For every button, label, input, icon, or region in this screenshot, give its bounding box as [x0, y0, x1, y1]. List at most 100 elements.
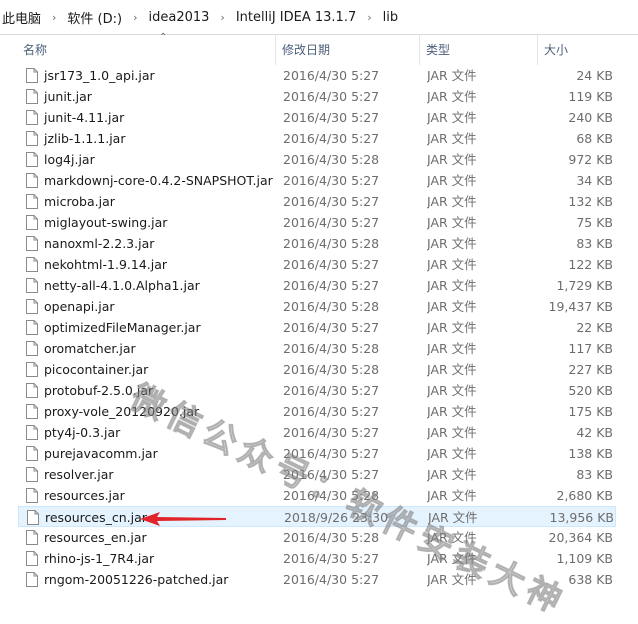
file-row[interactable]: junit.jar 2016/4/30 5:27 JAR 文件 119 KB	[18, 86, 616, 107]
file-row[interactable]: proxy-vole_20120920.jar 2016/4/30 5:27 JAR…	[18, 401, 616, 422]
file-row[interactable]: resources_en.jar 2016/4/30 5:28 JAR 文件 20,3…	[18, 527, 616, 548]
generic-file-icon	[26, 110, 38, 125]
file-row[interactable]: oromatcher.jar 2016/4/30 5:28 JAR 文件 117 KB	[18, 338, 616, 359]
file-date: 2016/4/30 5:27	[283, 551, 380, 566]
breadcrumb-separator-icon[interactable]: ›	[211, 11, 233, 24]
file-name-cell: optimizedFileManager.jar	[24, 317, 274, 338]
file-date: 2016/4/30 5:28	[283, 341, 380, 356]
generic-file-icon	[27, 510, 39, 525]
file-size: 1,729 KB	[556, 278, 613, 293]
file-date: 2016/4/30 5:27	[283, 131, 380, 146]
file-date: 2016/4/30 5:28	[283, 299, 380, 314]
file-name-cell: rngom-20051226-patched.jar	[24, 569, 274, 590]
file-name-cell: resources_en.jar	[24, 527, 274, 548]
file-size: 22 KB	[576, 320, 613, 335]
column-header-date-label: 修改日期	[282, 43, 331, 57]
file-name-cell: jsr173_1.0_api.jar	[24, 65, 274, 86]
file-row[interactable]: miglayout-swing.jar 2016/4/30 5:27 JAR 文件 7…	[18, 212, 616, 233]
file-row[interactable]: picocontainer.jar 2016/4/30 5:28 JAR 文件 227…	[18, 359, 616, 380]
column-header-row: 名称 ⌃ 修改日期 类型 大小	[0, 32, 638, 65]
generic-file-icon	[26, 236, 38, 251]
file-name-cell: junit-4.11.jar	[24, 107, 274, 128]
file-size: 132 KB	[568, 194, 613, 209]
generic-file-icon	[26, 278, 38, 293]
column-header-name-label: 名称	[23, 43, 48, 57]
column-header-type[interactable]: 类型	[421, 35, 538, 65]
file-row[interactable]: purejavacomm.jar 2016/4/30 5:27 JAR 文件 138 …	[18, 443, 616, 464]
file-size: 240 KB	[568, 110, 613, 125]
file-row[interactable]: protobuf-2.5.0.jar 2016/4/30 5:27 JAR 文件 52…	[18, 380, 616, 401]
file-row[interactable]: openapi.jar 2016/4/30 5:28 JAR 文件 19,437 KB	[18, 296, 616, 317]
generic-file-icon	[26, 530, 38, 545]
file-date: 2016/4/30 5:27	[283, 320, 380, 335]
file-date: 2016/4/30 5:27	[283, 194, 380, 209]
file-size: 13,956 KB	[549, 510, 614, 525]
file-name: resources_en.jar	[44, 530, 147, 545]
generic-file-icon	[26, 425, 38, 440]
file-size: 1,109 KB	[556, 551, 613, 566]
file-date: 2016/4/30 5:27	[283, 446, 380, 461]
file-row[interactable]: nanoxml-2.2.3.jar 2016/4/30 5:28 JAR 文件 83 …	[18, 233, 616, 254]
generic-file-icon	[26, 215, 38, 230]
file-name: markdownj-core-0.4.2-SNAPSHOT.jar	[44, 173, 273, 188]
file-row[interactable]: markdownj-core-0.4.2-SNAPSHOT.jar 2016/4/…	[18, 170, 616, 191]
generic-file-icon	[26, 446, 38, 461]
file-date: 2016/4/30 5:27	[283, 215, 380, 230]
breadcrumb-lib[interactable]: lib	[381, 10, 400, 25]
file-date: 2016/4/30 5:28	[283, 362, 380, 377]
generic-file-icon	[26, 257, 38, 272]
file-row[interactable]: optimizedFileManager.jar 2016/4/30 5:27 JA…	[18, 317, 616, 338]
breadcrumb-drive-d[interactable]: 软件 (D:)	[65, 8, 124, 27]
file-row[interactable]: resources.jar 2016/4/30 5:28 JAR 文件 2,680 K…	[18, 485, 616, 506]
file-name-cell: resources.jar	[24, 485, 274, 506]
file-name-cell: microba.jar	[24, 191, 274, 212]
file-row[interactable]: rhino-js-1_7R4.jar 2016/4/30 5:27 JAR 文件 1,…	[18, 548, 616, 569]
address-bar[interactable]: 此电脑 › 软件 (D:) › idea2013 › IntelliJ IDEA…	[0, 0, 638, 35]
red-arrow-head	[140, 512, 226, 526]
file-row[interactable]: resolver.jar 2016/4/30 5:27 JAR 文件 83 KB	[18, 464, 616, 485]
file-date: 2016/4/30 5:27	[283, 173, 380, 188]
column-header-date[interactable]: 修改日期	[277, 35, 420, 65]
file-size: 520 KB	[568, 383, 613, 398]
file-name-cell: resolver.jar	[24, 464, 274, 485]
file-row[interactable]: resources_cn.jar 2018/9/26 23:30 JAR 文件 13,…	[18, 506, 616, 527]
column-header-name[interactable]: 名称 ⌃	[18, 32, 276, 65]
breadcrumb-separator-icon[interactable]: ›	[43, 11, 65, 24]
file-row[interactable]: nekohtml-1.9.14.jar 2016/4/30 5:27 JAR 文件 1…	[18, 254, 616, 275]
file-size: 75 KB	[576, 215, 613, 230]
breadcrumb-this-pc[interactable]: 此电脑	[0, 8, 43, 27]
breadcrumb-separator-icon[interactable]: ›	[124, 11, 146, 24]
file-row[interactable]: netty-all-4.1.0.Alpha1.jar 2016/4/30 5:27…	[18, 275, 616, 296]
file-row[interactable]: pty4j-0.3.jar 2016/4/30 5:27 JAR 文件 42 KB	[18, 422, 616, 443]
file-name: resolver.jar	[44, 467, 114, 482]
file-name: rngom-20051226-patched.jar	[44, 572, 229, 587]
file-row[interactable]: rngom-20051226-patched.jar 2016/4/30 5:27…	[18, 569, 616, 590]
file-name: junit.jar	[44, 89, 92, 104]
file-name: resources.jar	[44, 488, 125, 503]
file-row[interactable]: log4j.jar 2016/4/30 5:28 JAR 文件 972 KB	[18, 149, 616, 170]
generic-file-icon	[26, 320, 38, 335]
file-name-cell: oromatcher.jar	[24, 338, 274, 359]
file-name: miglayout-swing.jar	[44, 215, 168, 230]
breadcrumb-idea2013[interactable]: idea2013	[147, 10, 212, 25]
column-header-size[interactable]: 大小	[539, 35, 619, 65]
breadcrumb-separator-icon[interactable]: ›	[358, 11, 380, 24]
file-date: 2016/4/30 5:28	[283, 530, 380, 545]
file-name-cell: netty-all-4.1.0.Alpha1.jar	[24, 275, 274, 296]
file-name-cell: proxy-vole_20120920.jar	[24, 401, 274, 422]
file-row[interactable]: jsr173_1.0_api.jar 2016/4/30 5:27 JAR 文件 24…	[18, 65, 616, 86]
breadcrumb-intellij-idea[interactable]: IntelliJ IDEA 13.1.7	[234, 10, 358, 25]
file-row[interactable]: junit-4.11.jar 2016/4/30 5:27 JAR 文件 240 KB	[18, 107, 616, 128]
file-name: purejavacomm.jar	[44, 446, 158, 461]
file-name-cell: markdownj-core-0.4.2-SNAPSHOT.jar	[24, 170, 274, 191]
generic-file-icon	[26, 131, 38, 146]
file-row[interactable]: microba.jar 2016/4/30 5:27 JAR 文件 132 KB	[18, 191, 616, 212]
generic-file-icon	[26, 572, 38, 587]
file-name: rhino-js-1_7R4.jar	[44, 551, 155, 566]
file-name: picocontainer.jar	[44, 362, 149, 377]
file-name: nanoxml-2.2.3.jar	[44, 236, 155, 251]
generic-file-icon	[26, 68, 38, 83]
file-size: 24 KB	[576, 68, 613, 83]
file-row[interactable]: jzlib-1.1.1.jar 2016/4/30 5:27 JAR 文件 68 KB	[18, 128, 616, 149]
file-date: 2016/4/30 5:27	[283, 467, 380, 482]
